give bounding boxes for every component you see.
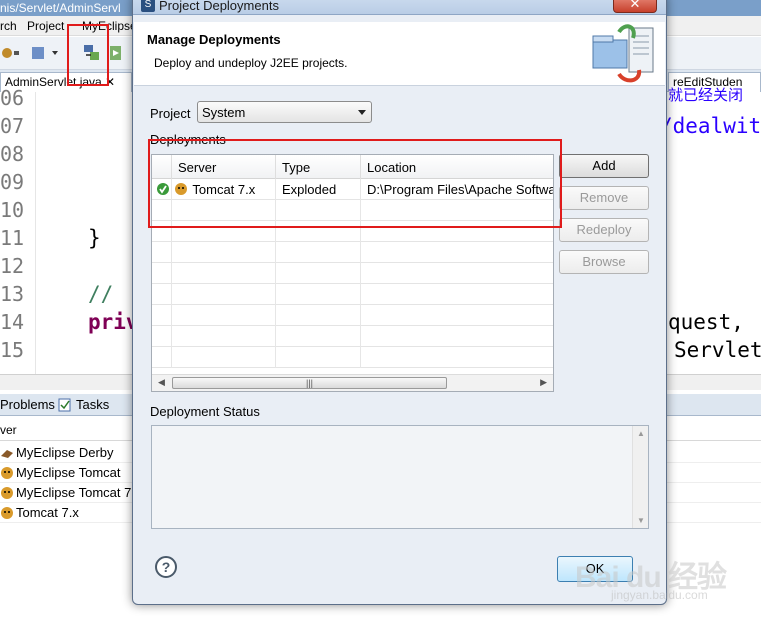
add-button[interactable]: Add bbox=[559, 154, 649, 178]
line-number: 07 bbox=[0, 114, 25, 138]
dialog-banner: Manage Deployments Deploy and undeploy J… bbox=[134, 22, 665, 86]
deployment-banner-icon bbox=[592, 24, 654, 83]
dialog-title-bar: S Project Deployments ✕ bbox=[133, 0, 666, 15]
chevron-down-icon bbox=[358, 110, 366, 115]
redeploy-button[interactable]: Redeploy bbox=[559, 218, 649, 242]
tomcat-icon bbox=[1, 507, 13, 519]
highlight-deployment-row bbox=[148, 139, 562, 228]
run-config-icon[interactable] bbox=[30, 45, 60, 61]
code-string-dealwith: /dealwit bbox=[660, 114, 761, 138]
line-number: 13 bbox=[0, 282, 25, 306]
code-request-param: quest, bbox=[668, 310, 744, 334]
tab-problems[interactable]: Problems bbox=[0, 397, 55, 412]
help-button[interactable]: ? bbox=[155, 556, 177, 578]
project-deployments-dialog: S Project Deployments ✕ Manage Deploymen… bbox=[132, 0, 667, 605]
line-number: 10 bbox=[0, 198, 25, 222]
scroll-up-icon[interactable]: ▲ bbox=[637, 429, 645, 438]
dialog-title: Project Deployments bbox=[159, 0, 279, 13]
derby-icon bbox=[1, 450, 13, 458]
banner-subheading: Deploy and undeploy J2EE projects. bbox=[154, 56, 348, 70]
deployment-status-label: Deployment Status bbox=[150, 404, 260, 419]
scroll-left-icon[interactable]: ◀ bbox=[158, 377, 165, 388]
line-number: 12 bbox=[0, 254, 25, 278]
server-icon[interactable] bbox=[108, 43, 124, 63]
browse-button[interactable]: Browse bbox=[559, 250, 649, 274]
line-number: 15 bbox=[0, 338, 25, 362]
app-icon: S bbox=[141, 0, 155, 12]
line-number: 08 bbox=[0, 142, 25, 166]
scroll-down-icon[interactable]: ▼ bbox=[637, 516, 645, 525]
scroll-right-icon[interactable]: ▶ bbox=[540, 377, 547, 388]
table-row-empty bbox=[152, 263, 553, 284]
table-hscrollbar[interactable]: ◀ ||| ▶ bbox=[152, 374, 553, 391]
line-number: 09 bbox=[0, 170, 25, 194]
code-brace: } bbox=[88, 226, 101, 250]
line-number: 11 bbox=[0, 226, 25, 250]
watermark-url: jingyan.baidu.com bbox=[611, 588, 708, 602]
tomcat-icon bbox=[1, 467, 13, 479]
ide-title-text: nis/Servlet/AdminServl bbox=[0, 1, 121, 15]
project-label: Project bbox=[150, 106, 191, 121]
table-row-empty bbox=[152, 347, 553, 368]
highlight-deploy-button bbox=[67, 24, 109, 86]
table-row-empty bbox=[152, 242, 553, 263]
tomcat-icon bbox=[1, 487, 13, 499]
line-number: 14 bbox=[0, 310, 25, 334]
table-row-empty bbox=[152, 305, 553, 326]
deployment-status-box: ▲ ▼ bbox=[151, 425, 649, 529]
table-row-empty bbox=[152, 284, 553, 305]
gear-icon[interactable] bbox=[0, 45, 20, 61]
code-servlet-param: Servlet bbox=[674, 338, 761, 362]
code-cjk-string: 就已经关闭 bbox=[668, 86, 744, 104]
banner-heading: Manage Deployments bbox=[147, 32, 281, 47]
tasks-icon bbox=[58, 398, 71, 412]
scrollbar-thumb[interactable]: ||| bbox=[172, 377, 447, 389]
status-vscrollbar[interactable]: ▲ ▼ bbox=[632, 426, 648, 528]
remove-button[interactable]: Remove bbox=[559, 186, 649, 210]
close-button[interactable]: ✕ bbox=[613, 0, 657, 13]
code-comment: // bbox=[88, 282, 114, 306]
baidu-watermark: Bai du 经验 jingyan.baidu.com bbox=[575, 540, 755, 610]
code-keyword: priv bbox=[88, 310, 139, 334]
line-number: 06 bbox=[0, 86, 25, 110]
line-gutter: 06 07 08 09 10 11 12 13 14 15 bbox=[0, 86, 36, 374]
tab-tasks[interactable]: Tasks bbox=[76, 397, 109, 412]
project-select[interactable]: System bbox=[197, 101, 372, 123]
menu-search[interactable]: rch bbox=[0, 19, 17, 33]
menu-project[interactable]: Project bbox=[27, 19, 64, 33]
table-row-empty bbox=[152, 326, 553, 347]
